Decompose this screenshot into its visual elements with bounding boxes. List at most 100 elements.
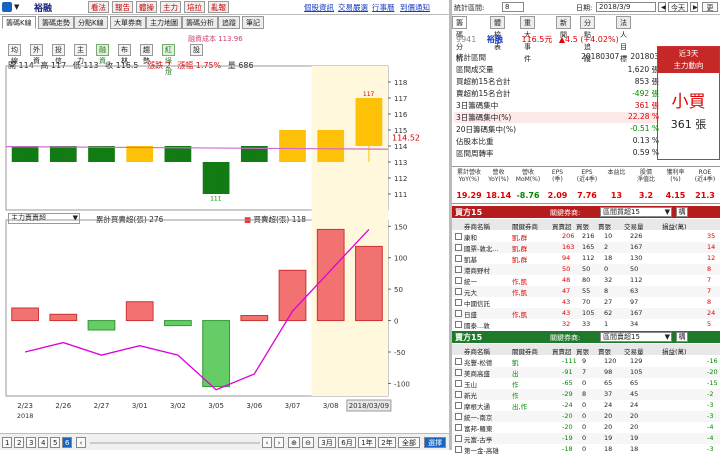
page-btn-5[interactable]: 5 <box>50 437 60 448</box>
stock-menu-icon[interactable] <box>2 2 12 12</box>
column-header[interactable]: 交易量 <box>624 346 644 356</box>
chevron-left-icon[interactable]: ‹ <box>76 437 86 448</box>
range-3m[interactable]: 3月 <box>318 437 336 448</box>
table-row[interactable]: 玉山 作 -65 0 65 65 -15 <box>452 378 720 389</box>
scroll-track[interactable] <box>90 442 260 444</box>
rtab-target[interactable]: 法人目標 <box>616 16 631 63</box>
date-input[interactable]: 2018/3/9 <box>596 2 656 12</box>
row-checkbox[interactable] <box>455 358 462 365</box>
tab-chip-trend[interactable]: 籌碼走勢 <box>38 16 74 29</box>
range-select-input[interactable]: 8 <box>502 2 524 12</box>
tab-large-broker[interactable]: 大單券商 <box>110 16 146 29</box>
link-calendar[interactable]: 行事曆 <box>372 2 395 13</box>
row-checkbox[interactable] <box>455 277 462 284</box>
range-1y[interactable]: 1年 <box>358 437 376 448</box>
rtab-branch[interactable]: 分點追蹤 <box>580 16 595 63</box>
row-checkbox[interactable] <box>455 321 462 328</box>
row-checkbox[interactable] <box>455 391 462 398</box>
row-checkbox[interactable] <box>455 233 462 240</box>
table-row[interactable]: 富邦-羅東 -20 0 20 20 -4 <box>452 422 720 433</box>
more-button[interactable]: 更 <box>702 2 718 12</box>
chevron-left-icon[interactable]: ‹ <box>262 437 272 448</box>
dropdown-arrow-icon[interactable]: ▼ <box>14 3 19 11</box>
column-header[interactable]: 關鍵券商 <box>512 221 538 231</box>
tab-tracking[interactable]: 追蹤 <box>218 16 240 29</box>
range-2y[interactable]: 2年 <box>378 437 396 448</box>
row-checkbox[interactable] <box>455 255 462 262</box>
row-checkbox[interactable] <box>455 369 462 376</box>
buy-edit-button[interactable]: 構 <box>676 207 688 217</box>
page-btn-2[interactable]: 2 <box>14 437 24 448</box>
row-checkbox[interactable] <box>455 244 462 251</box>
row-checkbox[interactable] <box>455 413 462 420</box>
link-stock-info[interactable]: 個股資訊 <box>304 2 334 13</box>
table-row[interactable]: 康和 凱,群 206 216 10 226 35 <box>452 231 720 242</box>
nav-tab-5[interactable]: 亂報 <box>208 1 229 13</box>
tab-chip-analysis[interactable]: 籌碼分析 <box>182 16 218 29</box>
column-header[interactable]: 券商名稱 <box>464 346 490 356</box>
zoom-out-icon[interactable]: ⊖ <box>302 437 314 448</box>
table-row[interactable]: 統一-南京 -20 0 20 20 -3 <box>452 411 720 422</box>
column-header[interactable]: 損益(萬) <box>662 221 687 231</box>
column-header[interactable]: 買賣超 <box>552 221 572 231</box>
sell-filter-select[interactable]: 區間賣超15 ▼ <box>600 332 672 342</box>
tab-notes[interactable]: 筆記 <box>242 16 264 29</box>
chevron-right-icon[interactable]: › <box>274 437 284 448</box>
nav-tab-3[interactable]: 主力 <box>160 1 181 13</box>
today-button[interactable]: 今天 <box>668 2 688 12</box>
row-checkbox[interactable] <box>455 266 462 273</box>
page-btn-1[interactable]: 1 <box>2 437 12 448</box>
nav-tab-4[interactable]: 培拉 <box>184 1 205 13</box>
link-trade-select[interactable]: 交易嚴選 <box>338 2 368 13</box>
column-header[interactable]: 買張 <box>576 221 589 231</box>
chip-chart[interactable]: 111112113114115116117118114.521171111501… <box>0 30 450 430</box>
row-checkbox[interactable] <box>455 402 462 409</box>
row-checkbox[interactable] <box>455 299 462 306</box>
table-row[interactable]: 國泰...敦 32 33 1 34 5 <box>452 319 720 330</box>
tab-main-map[interactable]: 主力地圖 <box>146 16 182 29</box>
table-row[interactable]: 統一 作,凱 48 80 32 112 7 <box>452 275 720 286</box>
panel-divider[interactable] <box>449 0 452 450</box>
column-header[interactable]: 買賣超 <box>552 346 572 356</box>
table-row[interactable]: 元富-古亭 -19 0 19 19 -4 <box>452 433 720 444</box>
row-checkbox[interactable] <box>455 435 462 442</box>
range-all[interactable]: 全部 <box>398 437 420 448</box>
column-header[interactable]: 買張 <box>576 346 589 356</box>
column-header[interactable]: 關鍵券商 <box>512 346 538 356</box>
range-select[interactable]: 選擇 <box>424 437 446 448</box>
range-6m[interactable]: 6月 <box>338 437 356 448</box>
chevron-left-icon[interactable]: ◀ <box>658 2 666 12</box>
column-header[interactable]: 賣張 <box>598 346 611 356</box>
table-row[interactable]: 凱基 凱,群 94 112 18 130 12 <box>452 253 720 264</box>
table-row[interactable]: 摩根大通 出,作 -24 0 24 24 -3 <box>452 400 720 411</box>
rtab-chip[interactable]: 籌碼分析 <box>452 16 467 63</box>
link-price-alert[interactable]: 到價通知 <box>400 2 430 13</box>
table-row[interactable]: 兆豐-松德 凱 -111 9 120 129 -16 <box>452 356 720 367</box>
table-row[interactable]: 美商高盛 出 -91 7 98 105 -20 <box>452 367 720 378</box>
row-checkbox[interactable] <box>455 288 462 295</box>
row-checkbox[interactable] <box>455 380 462 387</box>
table-row[interactable]: 日盛 作,凱 43 105 62 167 24 <box>452 308 720 319</box>
row-checkbox[interactable] <box>455 424 462 431</box>
page-btn-4[interactable]: 4 <box>38 437 48 448</box>
chevron-right-icon[interactable]: ▶ <box>690 2 698 12</box>
buy-filter-select[interactable]: 區間買超15 ▼ <box>600 207 672 217</box>
nav-tab-1[interactable]: 報告 <box>112 1 133 13</box>
column-header[interactable]: 交易量 <box>624 221 644 231</box>
table-row[interactable]: 元大 作,凱 47 55 8 63 7 <box>452 286 720 297</box>
column-header[interactable]: 損益(萬) <box>662 346 687 356</box>
table-row[interactable]: 港商野村 50 50 0 50 8 <box>452 264 720 275</box>
table-row[interactable]: 新光 作 -29 8 37 45 -2 <box>452 389 720 400</box>
nav-tab-0[interactable]: 看法 <box>88 1 109 13</box>
sell-edit-button[interactable]: 構 <box>676 332 688 342</box>
column-header[interactable]: 券商名稱 <box>464 221 490 231</box>
rtab-events[interactable]: 重大事件 <box>520 16 535 63</box>
tab-branch-kline[interactable]: 分點K線 <box>74 16 108 29</box>
rtab-news[interactable]: 新聞 <box>556 16 571 39</box>
page-btn-6[interactable]: 6 <box>62 437 72 448</box>
table-row[interactable]: 中國信託 43 70 27 97 8 <box>452 297 720 308</box>
nav-tab-2[interactable]: 體操 <box>136 1 157 13</box>
column-header[interactable]: 賣張 <box>598 221 611 231</box>
rtab-health[interactable]: 體檢表 <box>490 16 505 51</box>
row-checkbox[interactable] <box>455 310 462 317</box>
